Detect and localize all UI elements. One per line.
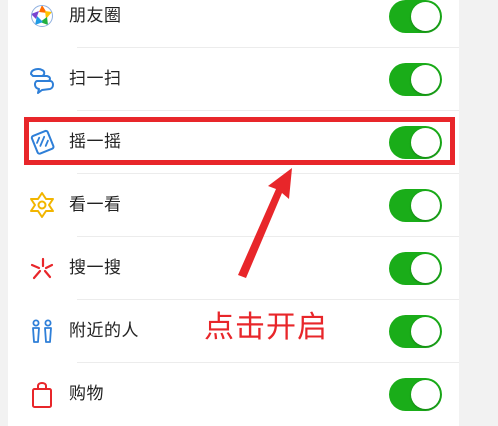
annotation-label: 点击开启 (204, 310, 328, 345)
annotation-arrow (238, 168, 292, 278)
